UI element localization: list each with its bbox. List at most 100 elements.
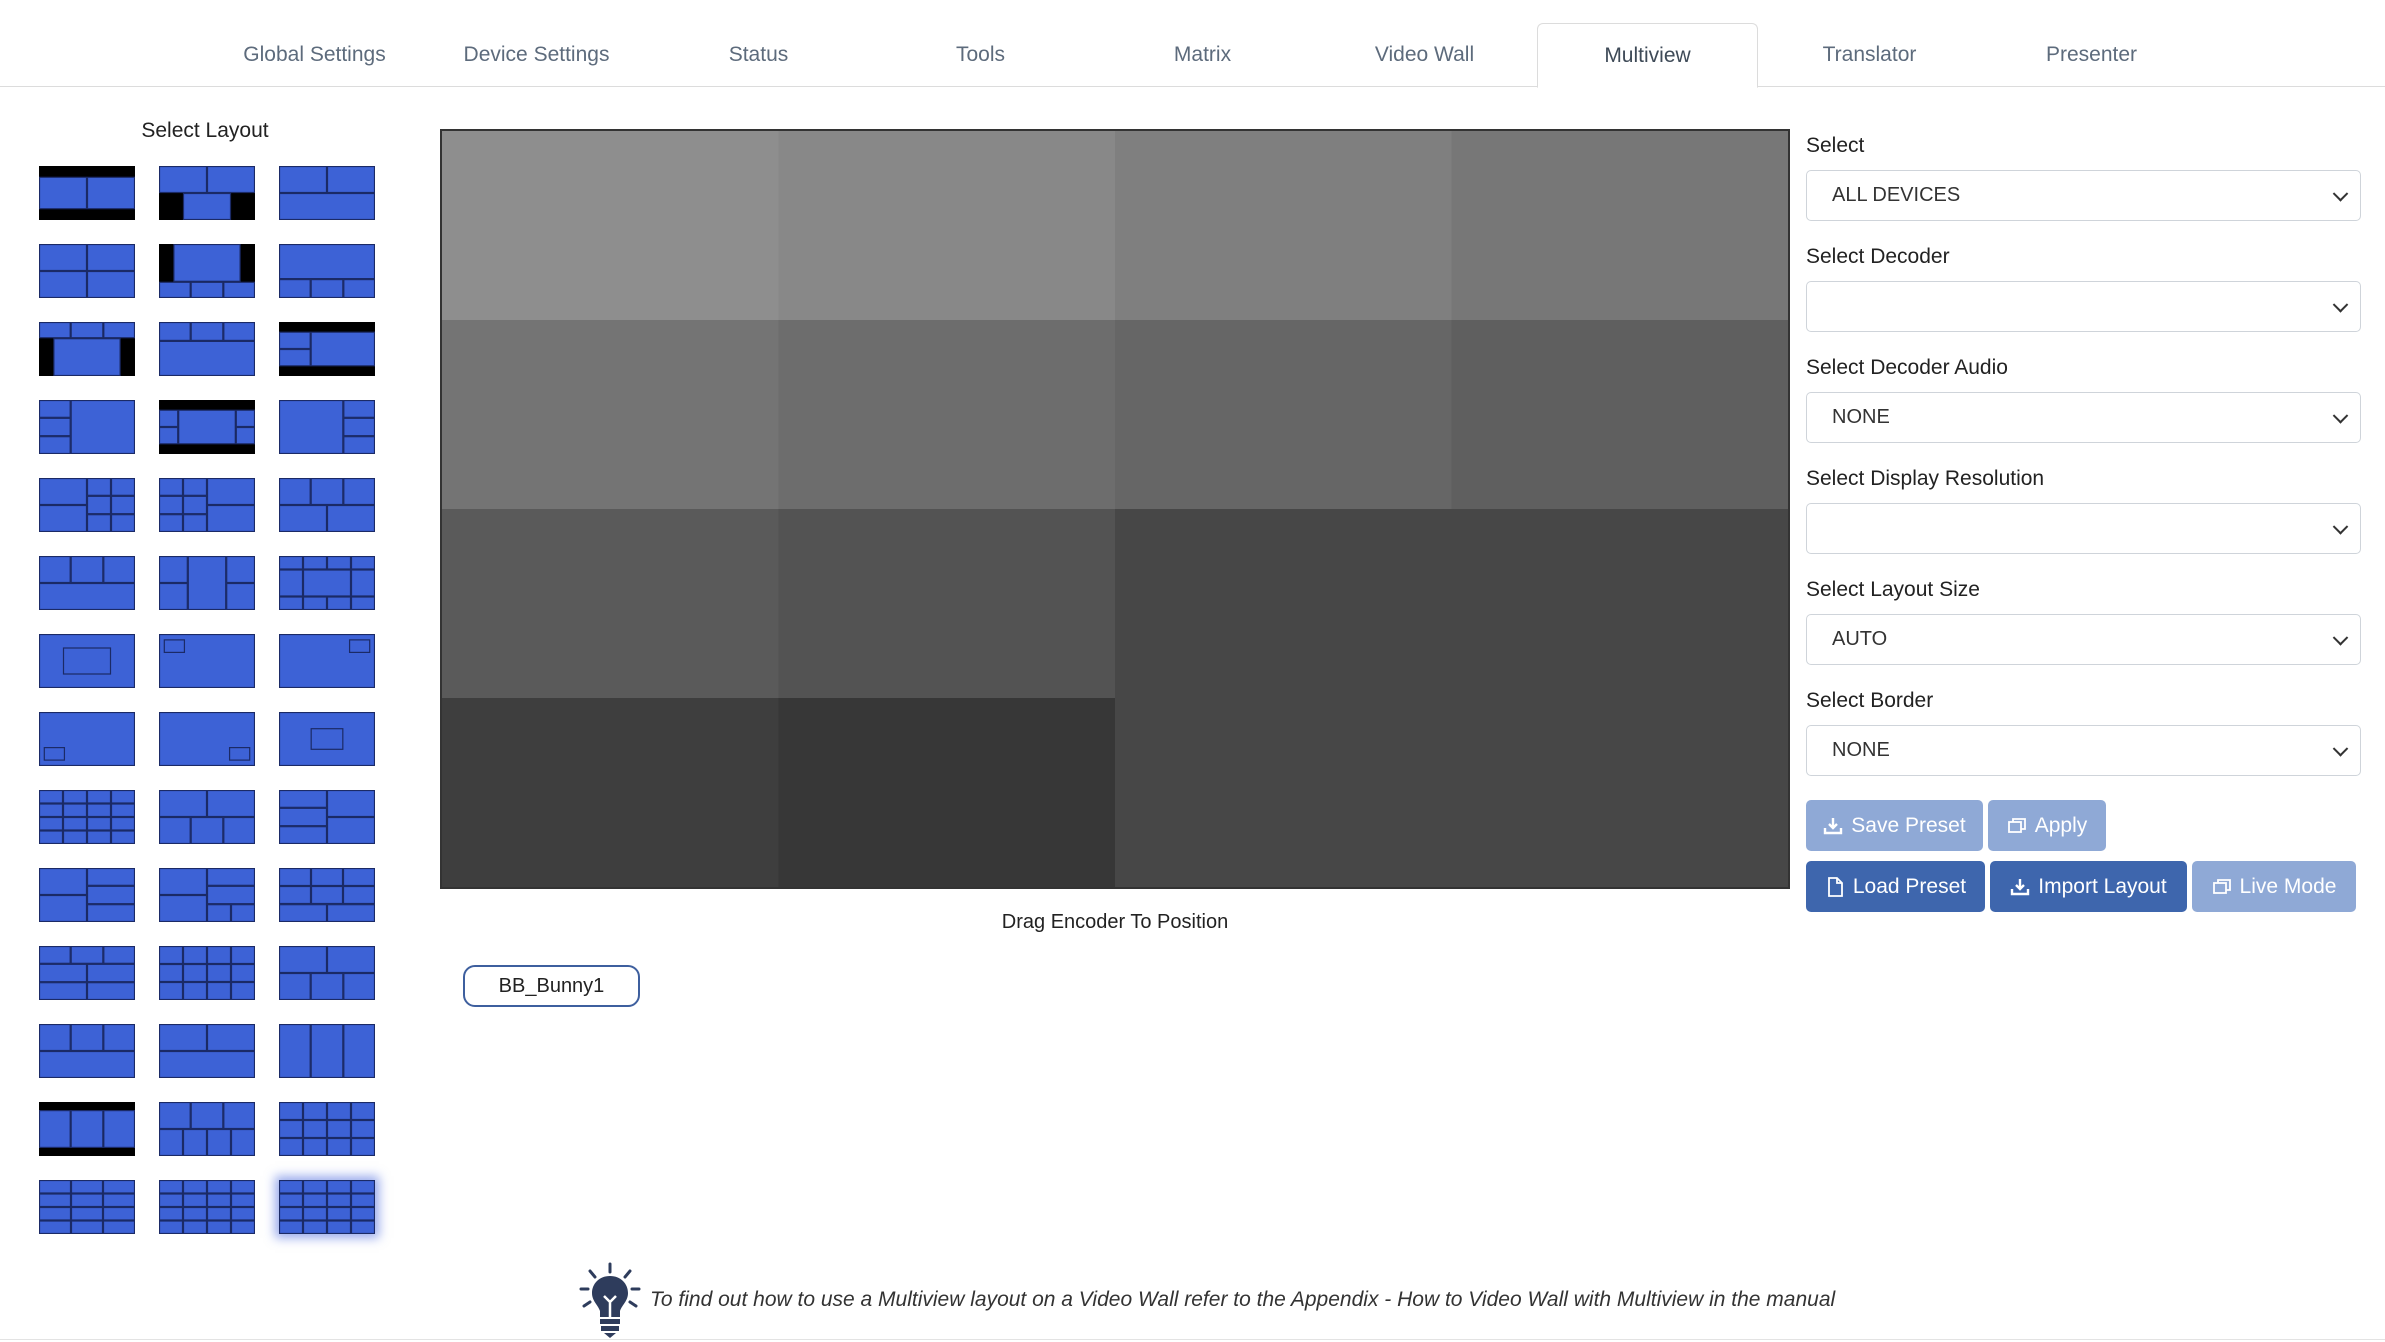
layout-tile bbox=[190, 816, 224, 844]
canvas-cell[interactable] bbox=[778, 509, 1116, 699]
tab-device-settings[interactable]: Device Settings bbox=[426, 23, 647, 87]
layout-thumbnail[interactable] bbox=[279, 790, 375, 844]
tab-tools[interactable]: Tools bbox=[870, 23, 1091, 87]
canvas-cell[interactable] bbox=[778, 131, 1116, 321]
layout-thumbnail[interactable] bbox=[279, 400, 375, 454]
layout-tile bbox=[39, 504, 88, 532]
layout-thumbnail[interactable] bbox=[159, 1102, 255, 1156]
drag-caption: Drag Encoder To Position bbox=[1001, 911, 1229, 933]
layout-thumbnail[interactable] bbox=[279, 166, 375, 220]
layout-thumbnail[interactable] bbox=[159, 946, 255, 1000]
layout-tile bbox=[350, 1137, 375, 1156]
layout-thumbnail[interactable] bbox=[39, 712, 135, 766]
layout-tile bbox=[86, 982, 135, 1000]
canvas-cell[interactable] bbox=[1115, 509, 1452, 699]
layout-thumbnail[interactable] bbox=[279, 322, 375, 376]
layout-thumbnail[interactable] bbox=[39, 556, 135, 610]
layout-thumbnail[interactable] bbox=[39, 478, 135, 532]
layout-tile bbox=[230, 963, 255, 983]
canvas-cell[interactable] bbox=[778, 320, 1116, 510]
layout-thumbnail[interactable] bbox=[159, 790, 255, 844]
layout-thumbnail[interactable] bbox=[279, 946, 375, 1000]
layout-thumbnail[interactable] bbox=[159, 322, 255, 376]
layout-thumbnail[interactable] bbox=[39, 634, 135, 688]
layout-thumbnail[interactable] bbox=[39, 322, 135, 376]
layout-thumbnail[interactable] bbox=[39, 946, 135, 1000]
layout-thumbnail[interactable] bbox=[159, 868, 255, 922]
canvas-cell[interactable] bbox=[1115, 320, 1452, 510]
layout-thumbnail[interactable] bbox=[159, 556, 255, 610]
layout-tile bbox=[279, 556, 304, 570]
layout-thumbnail[interactable] bbox=[159, 712, 255, 766]
layout-thumbnail[interactable] bbox=[279, 556, 375, 610]
tab-multiview[interactable]: Multiview bbox=[1537, 23, 1758, 88]
tab-matrix[interactable]: Matrix bbox=[1092, 23, 1313, 87]
layout-thumbnail[interactable] bbox=[159, 1180, 255, 1234]
layout-tile bbox=[159, 1193, 184, 1208]
layout-thumbnail[interactable] bbox=[39, 1024, 135, 1078]
import-layout-button[interactable]: Import Layout bbox=[1990, 861, 2187, 912]
layout-size-dropdown[interactable]: AUTO bbox=[1806, 614, 2361, 665]
canvas-cell[interactable] bbox=[442, 698, 779, 887]
apply-button[interactable]: Apply bbox=[1988, 800, 2106, 851]
canvas-cell[interactable] bbox=[442, 509, 779, 699]
layout-thumbnail[interactable] bbox=[39, 244, 135, 298]
canvas-cell[interactable] bbox=[1451, 131, 1789, 321]
layout-thumbnail[interactable] bbox=[39, 790, 135, 844]
layout-thumbnail[interactable] bbox=[159, 634, 255, 688]
layout-thumbnail[interactable] bbox=[279, 1180, 375, 1234]
layout-tile bbox=[86, 830, 112, 844]
layout-thumbnail[interactable] bbox=[159, 400, 255, 454]
layout-tile bbox=[223, 281, 255, 298]
layout-thumbnail[interactable] bbox=[159, 1024, 255, 1078]
border-dropdown[interactable]: NONE bbox=[1806, 725, 2361, 776]
save-preset-button[interactable]: Save Preset bbox=[1806, 800, 1983, 851]
layout-preview bbox=[279, 478, 375, 532]
canvas-cell[interactable] bbox=[1115, 698, 1452, 887]
layout-thumbnail[interactable] bbox=[159, 478, 255, 532]
layout-thumbnail[interactable] bbox=[159, 244, 255, 298]
layout-thumbnail[interactable] bbox=[279, 1102, 375, 1156]
canvas-cell[interactable] bbox=[442, 320, 779, 510]
layout-tile bbox=[39, 1220, 72, 1234]
tab-video-wall[interactable]: Video Wall bbox=[1314, 23, 1535, 87]
layout-thumbnail[interactable] bbox=[279, 868, 375, 922]
canvas-cell[interactable] bbox=[1115, 131, 1452, 321]
chevron-down-icon bbox=[2332, 518, 2349, 535]
multiview-canvas[interactable] bbox=[440, 129, 1790, 889]
layout-thumbnail[interactable] bbox=[279, 244, 375, 298]
layout-thumbnail[interactable] bbox=[279, 1024, 375, 1078]
layout-thumbnail[interactable] bbox=[39, 400, 135, 454]
layout-tile bbox=[230, 1180, 255, 1194]
layout-tile bbox=[39, 1180, 72, 1194]
tab-translator[interactable]: Translator bbox=[1759, 23, 1980, 87]
live-mode-button[interactable]: Live Mode bbox=[2192, 861, 2356, 912]
layout-thumbnail[interactable] bbox=[279, 478, 375, 532]
load-preset-button[interactable]: Load Preset bbox=[1806, 861, 1985, 912]
tab-status[interactable]: Status bbox=[648, 23, 869, 87]
layout-preview bbox=[279, 556, 375, 610]
canvas-cell[interactable] bbox=[778, 698, 1116, 887]
layout-thumbnail[interactable] bbox=[279, 634, 375, 688]
layout-thumbnail[interactable] bbox=[39, 166, 135, 220]
layout-preview bbox=[39, 1024, 135, 1078]
canvas-cell[interactable] bbox=[1451, 698, 1789, 887]
canvas-cell[interactable] bbox=[442, 131, 779, 321]
layout-preview bbox=[279, 400, 375, 454]
decoder-audio-dropdown[interactable]: NONE bbox=[1806, 392, 2361, 443]
layout-tile bbox=[159, 1180, 184, 1194]
encoder-chip[interactable]: BB_Bunny1 bbox=[463, 965, 640, 1007]
layout-thumbnail[interactable] bbox=[159, 166, 255, 220]
decoder-dropdown[interactable] bbox=[1806, 281, 2361, 332]
layout-thumbnail[interactable] bbox=[39, 1180, 135, 1234]
layout-tile bbox=[159, 1206, 184, 1221]
display-resolution-dropdown[interactable] bbox=[1806, 503, 2361, 554]
layout-thumbnail[interactable] bbox=[39, 868, 135, 922]
canvas-cell[interactable] bbox=[1451, 509, 1789, 699]
tab-presenter[interactable]: Presenter bbox=[1981, 23, 2202, 87]
select-dropdown[interactable]: ALL DEVICES bbox=[1806, 170, 2361, 221]
tab-global-settings[interactable]: Global Settings bbox=[204, 23, 425, 87]
layout-thumbnail[interactable] bbox=[39, 1102, 135, 1156]
layout-thumbnail[interactable] bbox=[279, 712, 375, 766]
canvas-cell[interactable] bbox=[1451, 320, 1789, 510]
